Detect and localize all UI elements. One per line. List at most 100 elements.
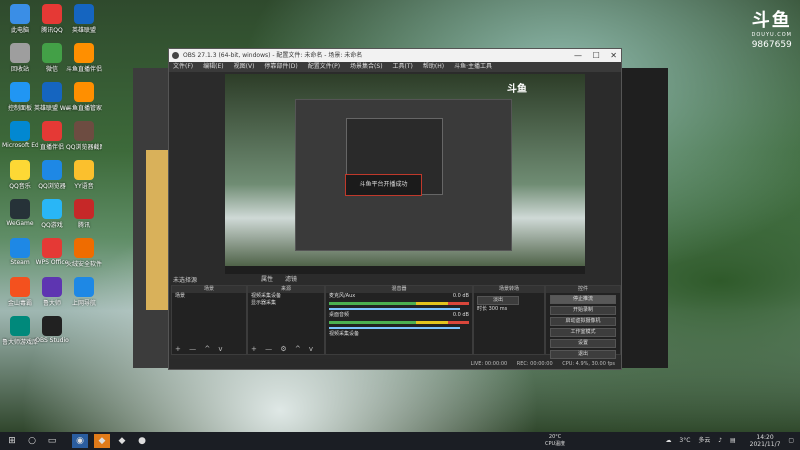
- sources-dock: 来源 视频采集设备 显示器采集 + — ⚙ ^ v: [247, 285, 325, 355]
- app-icon: [10, 238, 30, 258]
- maximize-button[interactable]: ☐: [593, 51, 600, 60]
- scene-item[interactable]: 场景: [172, 293, 246, 300]
- menu-item[interactable]: 配置文件(P): [308, 63, 340, 70]
- transition-select[interactable]: 淡出: [477, 296, 519, 305]
- duration-input[interactable]: 300 ms: [489, 306, 508, 312]
- close-button[interactable]: ✕: [610, 51, 617, 60]
- app-icon: [42, 277, 62, 297]
- desktop-icon[interactable]: Microsoft Edge: [2, 121, 38, 149]
- search-icon[interactable]: ○: [24, 434, 40, 448]
- desktop-icon[interactable]: 腾讯QQ: [34, 4, 70, 34]
- menu-item[interactable]: 文件(F): [173, 63, 193, 70]
- desktop-icon[interactable]: QQ浏览器: [34, 160, 70, 190]
- desktop-icon[interactable]: 鲁大师游戏库: [2, 316, 38, 346]
- menu-item[interactable]: 编辑(E): [203, 63, 223, 70]
- minimize-button[interactable]: —: [574, 51, 582, 60]
- properties-button[interactable]: 属性: [261, 276, 273, 283]
- start-button[interactable]: ⊞: [4, 434, 20, 448]
- task-view-icon[interactable]: ▭: [44, 434, 60, 448]
- desktop-icon[interactable]: 腾讯: [66, 199, 102, 229]
- douyu-manager-taskbar-icon[interactable]: ◆: [114, 434, 130, 448]
- menu-item[interactable]: 视图(V): [234, 63, 255, 70]
- start-recording-button[interactable]: 开始录制: [550, 306, 616, 315]
- menu-item[interactable]: 场景集合(S): [350, 63, 383, 70]
- desktop-icon[interactable]: 斗鱼直播伴侣: [66, 43, 102, 73]
- desktop-icon[interactable]: 英雄联盟: [66, 4, 102, 34]
- volume-slider[interactable]: [329, 308, 460, 310]
- stop-streaming-button[interactable]: 停止推流: [550, 295, 616, 304]
- desktop-icon[interactable]: 火绒安全软件: [66, 238, 102, 268]
- desktop-icon-label: 斗鱼直播伴侣: [66, 66, 102, 73]
- desktop-icon[interactable]: 回收站: [2, 43, 38, 73]
- desktop-icon-label: QQ浏览器: [38, 183, 66, 190]
- source-item[interactable]: 显示器采集: [248, 300, 324, 307]
- volume-slider[interactable]: [329, 327, 460, 329]
- rec-timer: REC: 00:00:00: [516, 361, 553, 367]
- douyu-taskbar-icon[interactable]: ◆: [94, 434, 110, 448]
- network-icon[interactable]: ▤: [730, 437, 736, 444]
- app-icon: [74, 4, 94, 24]
- channel-db: 0.0 dB: [452, 312, 469, 318]
- desktop-icon[interactable]: 控制面板: [2, 82, 38, 112]
- studio-mode-button[interactable]: 工作室模式: [550, 328, 616, 337]
- clock[interactable]: 14:20 2021/11/7: [744, 434, 781, 448]
- desktop-icon[interactable]: QQ音乐: [2, 160, 38, 190]
- desktop-icon[interactable]: QQ浏览器截图20211105: [66, 121, 102, 151]
- desktop-icon[interactable]: 上网导航: [66, 277, 102, 307]
- obs-preview[interactable]: 斗鱼平台开播成功 斗鱼: [225, 74, 585, 274]
- no-source-selected-label: 未选择源: [173, 277, 198, 284]
- desktop-icon[interactable]: 鲁大师: [34, 277, 70, 307]
- desktop-icon[interactable]: Steam: [2, 238, 38, 266]
- exit-button[interactable]: 退出: [550, 350, 616, 359]
- source-toolbar: 属性 滤镜: [261, 274, 297, 283]
- app-icon: [10, 43, 30, 63]
- douyu-domain: DOUYU.COM: [751, 32, 792, 38]
- desktop-icon[interactable]: 此电脑: [2, 4, 38, 34]
- obs-taskbar-icon[interactable]: ●: [134, 434, 150, 448]
- desktop-icon-label: Steam: [10, 259, 30, 266]
- controls-header: 控件: [546, 286, 620, 293]
- app-icon: [10, 277, 30, 297]
- desktop-icon[interactable]: WeGame: [2, 199, 38, 227]
- scenes-toolbar[interactable]: + — ^ v: [175, 345, 226, 353]
- desktop-icon-label: 此电脑: [10, 27, 29, 34]
- desktop-icon[interactable]: 英雄联盟 WeGame版: [34, 82, 70, 112]
- desktop-icon[interactable]: YY语音: [66, 160, 102, 190]
- desktop-icon[interactable]: 金山毒霸: [2, 277, 38, 307]
- settings-button[interactable]: 设置: [550, 339, 616, 348]
- douyu-watermark: 斗鱼 DOUYU.COM 9867659: [752, 6, 793, 50]
- channel-db: 0.0 dB: [452, 293, 469, 299]
- mixer-header: 混音器: [326, 286, 472, 293]
- app-icon: [74, 238, 94, 258]
- cpu-temperature-widget[interactable]: 20°C CPU温度: [545, 434, 565, 448]
- desktop-icon-label: YY语音: [74, 183, 94, 190]
- menu-item[interactable]: 帮助(H): [423, 63, 444, 70]
- source-item[interactable]: 视频采集设备: [248, 293, 324, 300]
- cpu-fps: CPU: 4.9%, 30.00 fps: [562, 361, 615, 367]
- cpu-temp-value: 20°C: [548, 434, 562, 440]
- sources-toolbar[interactable]: + — ⚙ ^ v: [251, 345, 316, 353]
- desktop-icon-label: 控制面板: [7, 105, 32, 112]
- app-icon: [10, 316, 30, 336]
- notification-icon[interactable]: ▢: [788, 437, 794, 444]
- menu-item[interactable]: 工具(T): [393, 63, 413, 70]
- filters-button[interactable]: 滤镜: [285, 276, 297, 283]
- virtual-camera-button[interactable]: 启动虚拟摄像机: [550, 317, 616, 326]
- app-icon: [42, 121, 62, 141]
- volume-icon[interactable]: ♪: [718, 437, 722, 444]
- desktop-icon-label: Microsoft Edge: [2, 142, 38, 149]
- desktop-icon[interactable]: 直播伴侣: [34, 121, 70, 151]
- sources-header: 来源: [248, 286, 324, 293]
- desktop-icon[interactable]: 微信: [34, 43, 70, 73]
- scenes-header: 场景: [172, 286, 246, 293]
- obs-titlebar[interactable]: OBS 27.1.3 (64-bit, windows) - 配置文件: 未命名…: [169, 49, 621, 62]
- desktop-icon[interactable]: OBS Studio: [34, 316, 70, 344]
- desktop-icon-label: QQ浏览器截图20211105: [66, 144, 102, 151]
- channel-name: 视频采集设备: [329, 331, 360, 337]
- desktop-icon[interactable]: QQ游戏: [34, 199, 70, 229]
- menu-item[interactable]: 停靠部件(D): [264, 63, 297, 70]
- desktop-icon[interactable]: WPS Office: [34, 238, 70, 266]
- desktop-icon[interactable]: 斗鱼直播管家: [66, 82, 102, 112]
- qq-browser-taskbar-icon[interactable]: ◉: [72, 434, 88, 448]
- menu-item[interactable]: 斗鱼·主播工具: [454, 63, 492, 70]
